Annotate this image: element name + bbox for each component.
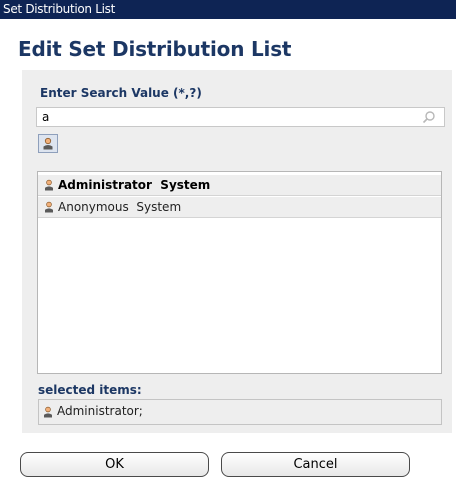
selected-items-label: selected items: (38, 383, 142, 397)
list-item-label: Anonymous System (58, 200, 182, 214)
ok-button[interactable]: OK (20, 452, 209, 477)
list-item-selected[interactable]: Administrator System (38, 175, 441, 196)
user-icon (45, 201, 53, 213)
cancel-button[interactable]: Cancel (221, 452, 410, 477)
list-item[interactable]: Anonymous System (38, 197, 441, 218)
search-label: Enter Search Value (*,?) (40, 86, 202, 100)
selected-item-value: Administrator; (57, 404, 143, 418)
search-icon[interactable] (422, 110, 436, 124)
user-icon (43, 137, 53, 150)
user-lookup-button[interactable] (38, 134, 58, 153)
list-item-label: Administrator System (58, 178, 211, 192)
results-list: Administrator System Anonymous System (37, 171, 442, 374)
selected-items-field[interactable]: Administrator; (38, 399, 442, 425)
user-icon (45, 179, 53, 191)
user-icon (44, 406, 52, 418)
search-input[interactable]: a (36, 107, 445, 127)
page-title: Edit Set Distribution List (18, 37, 292, 61)
window-title: Set Distribution List (0, 0, 456, 19)
